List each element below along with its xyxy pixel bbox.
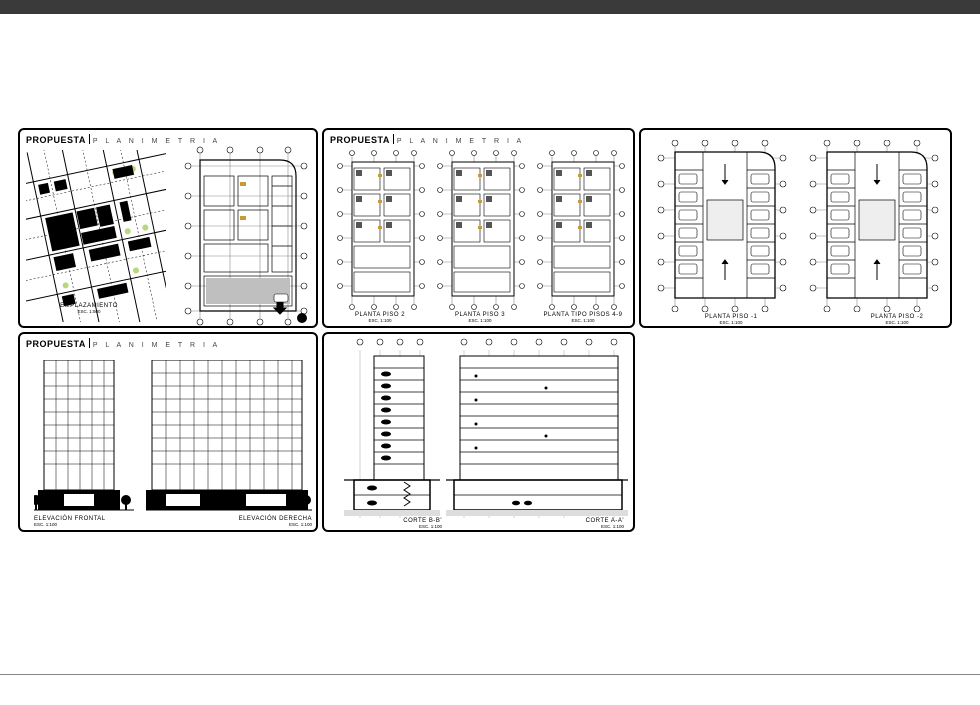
elevation-frontal <box>34 360 134 512</box>
title-suffix: P L A N I M E T R I A <box>93 138 220 145</box>
scale: ESC. 1:100 <box>554 524 624 529</box>
section-grid-top <box>324 334 635 350</box>
caption-elev-frontal: ELEVACIÓN FRONTALESC. 1:100 <box>34 516 134 527</box>
caption-site: EMPLAZAMIENTO ESC. 1:500 <box>44 303 134 314</box>
title-prefix: PROPUESTA <box>330 135 390 145</box>
panel-title: PROPUESTA P L A N I M E T R I A <box>26 134 220 145</box>
panel-floor-plans: PROPUESTA P L A N I M E T R I A <box>322 128 635 328</box>
scale: ESC. 1:100 <box>216 522 312 527</box>
title-suffix: P L A N I M E T R I A <box>93 342 220 349</box>
section-aa <box>446 350 628 518</box>
bottom-rule <box>0 674 980 675</box>
title-suffix: P L A N I M E T R I A <box>397 138 524 145</box>
panel-basement-plans: PLANTA PISO -1ESC. 1:100 PLANTA PISO -2E… <box>639 128 952 328</box>
floor3-drawing <box>434 150 526 310</box>
panel-sections: CORTE B-B'ESC. 1:100 CORTE A-A'ESC. 1:10… <box>322 332 635 532</box>
caption-b2: PLANTA PISO -2ESC. 1:100 <box>857 314 937 325</box>
caption-section-bb: CORTE B-B'ESC. 1:100 <box>372 518 442 529</box>
title-prefix: PROPUESTA <box>26 339 86 349</box>
caption-floor2: PLANTA PISO 2ESC. 1:100 <box>342 312 418 323</box>
scale: ESC. 1:100 <box>442 318 518 323</box>
drawing-sheet-group: PROPUESTA P L A N I M E T R I A <box>18 128 962 548</box>
scale: ESC. 1:100 <box>691 320 771 325</box>
scale: ESC. 1:100 <box>342 318 418 323</box>
scale: ESC. 1:100 <box>34 522 134 527</box>
panel-elevations: PROPUESTA P L A N I M E T R I A <box>18 332 318 532</box>
caption-elev-derecha: ELEVACIÓN DERECHAESC. 1:100 <box>216 516 312 527</box>
panel-title: PROPUESTA P L A N I M E T R I A <box>330 134 524 145</box>
basement-1-drawing <box>651 140 795 312</box>
scale: ESC. 1:100 <box>542 318 624 323</box>
basement-2-drawing <box>803 140 947 312</box>
caption-b1: PLANTA PISO -1ESC. 1:100 <box>691 314 771 325</box>
elevation-derecha <box>146 360 312 512</box>
app-topbar <box>0 0 980 14</box>
scale: ESC. 1:100 <box>372 524 442 529</box>
panel-site-and-ground: PROPUESTA P L A N I M E T R I A <box>18 128 318 328</box>
section-bb <box>344 350 440 518</box>
title-prefix: PROPUESTA <box>26 135 86 145</box>
caption-section-aa: CORTE A-A'ESC. 1:100 <box>554 518 624 529</box>
paper-sheet: PROPUESTA P L A N I M E T R I A <box>0 14 980 705</box>
floor2-drawing <box>334 150 426 310</box>
ground-floor-plan-drawing <box>180 146 312 326</box>
caption-floor3: PLANTA PISO 3ESC. 1:100 <box>442 312 518 323</box>
scale: ESC. 1:100 <box>857 320 937 325</box>
floor4-9-drawing <box>534 150 626 310</box>
panel-title: PROPUESTA P L A N I M E T R I A <box>26 338 220 349</box>
caption-floor4-9: PLANTA TIPO PISOS 4-9ESC. 1:100 <box>542 312 624 323</box>
site-plan-drawing <box>26 150 166 322</box>
scale: ESC. 1:500 <box>44 309 134 314</box>
